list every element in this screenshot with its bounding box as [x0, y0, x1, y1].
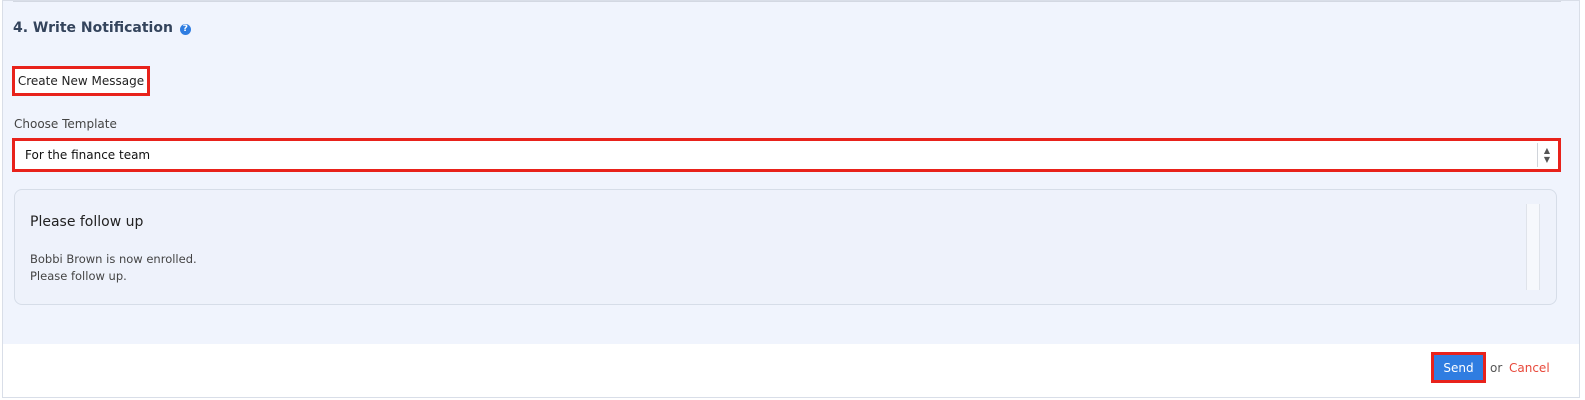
template-selected-value: For the finance team: [25, 148, 151, 162]
chevron-up-icon: ▲: [1543, 146, 1551, 155]
or-separator: or: [1490, 361, 1503, 375]
preview-body-line: Bobbi Brown is now enrolled.: [30, 252, 197, 266]
preview-body-line: Please follow up.: [30, 269, 127, 283]
send-label: Send: [1443, 360, 1474, 375]
action-footer: Send or Cancel: [3, 344, 1579, 397]
notification-panel: 4. Write Notification ? Create New Messa…: [2, 0, 1580, 398]
message-preview: Please follow up Bobbi Brown is now enro…: [14, 189, 1557, 305]
create-new-message-label: Create New Message: [17, 74, 145, 88]
template-select[interactable]: For the finance team ▲ ▼: [12, 138, 1561, 172]
section-title: 4. Write Notification: [13, 20, 173, 36]
section-heading: 4. Write Notification ?: [13, 20, 191, 36]
help-icon[interactable]: ?: [179, 23, 191, 35]
top-divider: [13, 1, 1561, 2]
choose-template-label: Choose Template: [14, 117, 117, 131]
send-button[interactable]: Send: [1431, 352, 1486, 383]
cancel-link[interactable]: Cancel: [1509, 361, 1550, 375]
create-new-message-button[interactable]: Create New Message: [12, 66, 150, 96]
preview-body: Bobbi Brown is now enrolled. Please foll…: [30, 251, 197, 285]
chevron-down-icon: ▼: [1543, 155, 1551, 164]
preview-subject: Please follow up: [30, 214, 144, 230]
preview-scrollbar[interactable]: [1526, 204, 1540, 290]
select-arrows-icon[interactable]: ▲ ▼: [1537, 143, 1556, 167]
